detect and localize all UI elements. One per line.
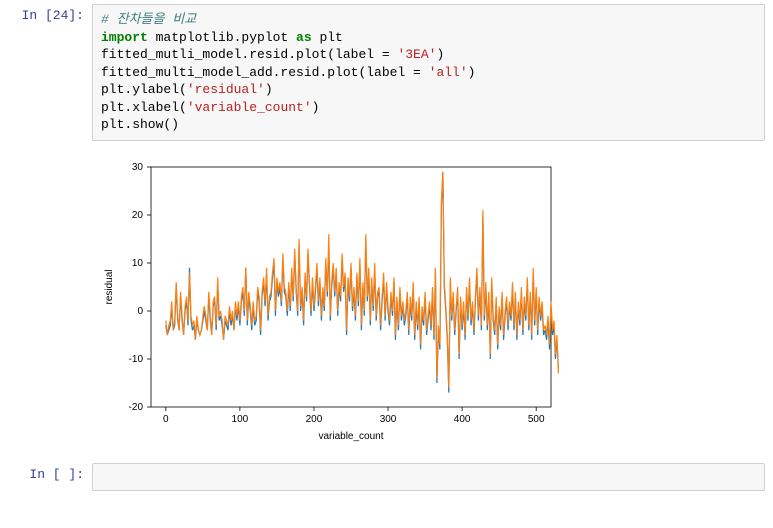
- code-string: 'variable_count': [187, 100, 312, 115]
- x-axis-label: variable_count: [318, 431, 383, 442]
- input-cell: In [24]: # 잔차들을 비교 import matplotlib.pyp…: [0, 0, 773, 145]
- svg-text:500: 500: [528, 414, 545, 425]
- svg-text:100: 100: [232, 414, 249, 425]
- y-axis-label: residual: [104, 269, 115, 304]
- input-prompt-empty: In [ ]:: [0, 463, 92, 491]
- code-text: plt.ylabel(: [101, 82, 187, 97]
- code-text: ): [468, 65, 476, 80]
- residual-chart: 0 100 200 300 400 500 -20 -10 0 10 20 30 variable_co…: [96, 157, 566, 447]
- output-prompt: [0, 149, 92, 455]
- code-box-empty[interactable]: [92, 463, 765, 491]
- series-all: [166, 172, 559, 388]
- code-input-area[interactable]: # 잔차들을 비교 import matplotlib.pyplot as pl…: [92, 4, 765, 141]
- code-kw: import: [101, 30, 148, 45]
- code-text: fitted_multi_model_add.resid.plot(label …: [101, 65, 429, 80]
- svg-text:300: 300: [380, 414, 397, 425]
- code-string: 'all': [429, 65, 468, 80]
- svg-text:-10: -10: [129, 354, 144, 365]
- svg-text:20: 20: [132, 210, 144, 221]
- svg-text:10: 10: [132, 258, 144, 269]
- svg-text:-20: -20: [129, 402, 144, 413]
- code-text: plt.xlabel(: [101, 100, 187, 115]
- code-text: ): [436, 47, 444, 62]
- code-text: plt: [312, 30, 343, 45]
- code-comment: # 잔차들을 비교: [101, 12, 196, 27]
- svg-text:400: 400: [454, 414, 471, 425]
- code-kw: as: [296, 30, 312, 45]
- svg-text:200: 200: [306, 414, 323, 425]
- series-3EA: [166, 172, 559, 393]
- code-input-area-empty[interactable]: [92, 463, 765, 491]
- code-text: fitted_mutli_model.resid.plot(label =: [101, 47, 397, 62]
- plot-output: 0 100 200 300 400 500 -20 -10 0 10 20 30 variable_co…: [92, 149, 765, 455]
- code-string: '3EA': [397, 47, 436, 62]
- code-text: matplotlib.pyplot: [148, 30, 296, 45]
- code-string: 'residual': [187, 82, 265, 97]
- output-cell: 0 100 200 300 400 500 -20 -10 0 10 20 30 variable_co…: [0, 145, 773, 459]
- empty-input-cell: In [ ]:: [0, 459, 773, 495]
- code-box[interactable]: # 잔차들을 비교 import matplotlib.pyplot as pl…: [92, 4, 765, 141]
- code-text: plt.show(): [101, 117, 179, 132]
- svg-text:30: 30: [132, 162, 144, 173]
- code-text: ): [312, 100, 320, 115]
- input-prompt: In [24]:: [0, 4, 92, 141]
- svg-text:0: 0: [137, 306, 143, 317]
- code-text: ): [265, 82, 273, 97]
- svg-text:0: 0: [163, 414, 169, 425]
